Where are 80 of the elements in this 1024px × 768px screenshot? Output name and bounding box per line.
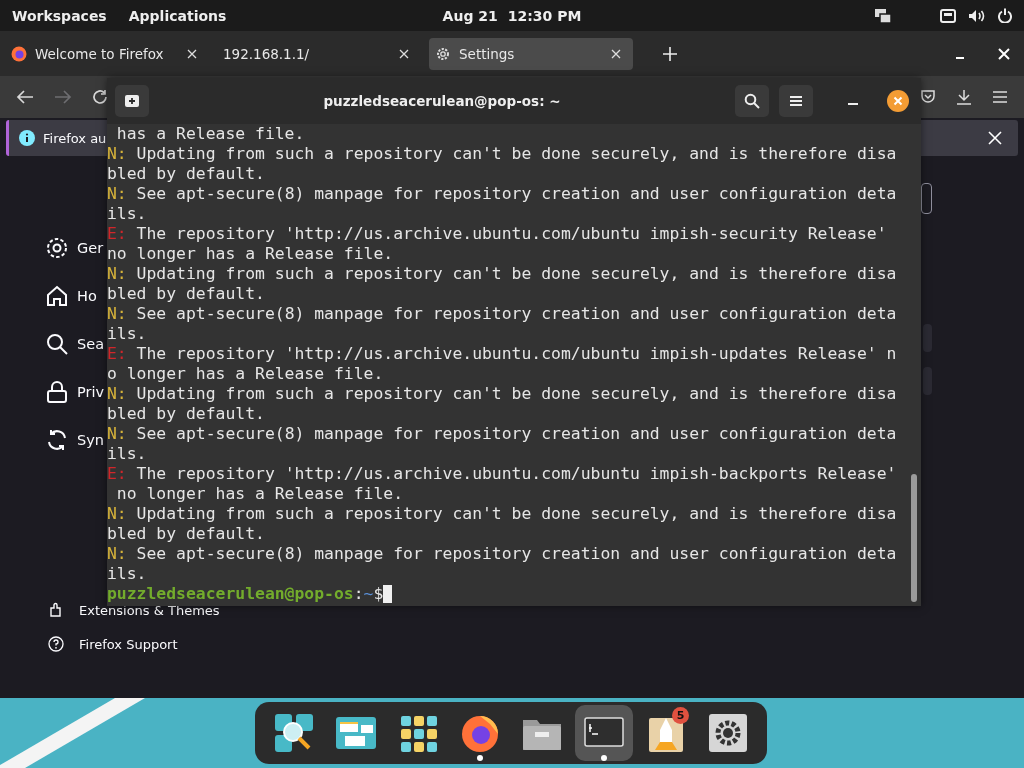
terminal-line: ils. (107, 564, 148, 584)
sidebar-item[interactable]: Sea (45, 332, 104, 356)
scrollbar[interactable] (911, 474, 917, 602)
new-tab-icon[interactable] (663, 46, 677, 61)
terminal-line: E: The repository 'http://us.archive.ubuntu.com/ubuntu impish-updates Release' n (107, 344, 898, 364)
search-icon (273, 712, 315, 754)
volume-icon[interactable] (968, 8, 986, 23)
search-button[interactable] (735, 85, 769, 117)
time-label[interactable]: 12:30 PM (507, 7, 582, 24)
browser-tab[interactable]: 192.168.1.1/ (217, 37, 421, 70)
top-bar-menu[interactable]: Workspaces (12, 7, 107, 24)
close-icon[interactable] (187, 48, 197, 59)
settings-card (923, 367, 932, 395)
sidebar-item[interactable]: Priv (45, 380, 105, 404)
menu-icon[interactable] (992, 90, 1008, 104)
terminal-line: o longer has a Release file. (107, 364, 385, 384)
pocket-icon[interactable] (920, 89, 936, 105)
terminal-line: E: The repository 'http://us.archive.ubuntu.com/ubuntu impish-security Release' (107, 224, 888, 244)
date-label[interactable]: Aug 21 (442, 7, 498, 24)
close-icon[interactable] (887, 90, 909, 112)
running-indicator (601, 755, 607, 761)
window-title: puzzledseacerulean@pop-os: ~ (322, 93, 562, 109)
new-tab-icon (124, 94, 140, 108)
terminal-line: N: See apt-secure(8) manpage for repository creation and user configuration deta (107, 544, 898, 564)
dock-item[interactable]: 5 (637, 705, 695, 761)
text-cursor (383, 585, 393, 603)
terminal-line: has a Release file. (115, 124, 306, 144)
top-bar-menu[interactable]: Applications (128, 7, 227, 24)
terminal-line: E: The repository 'http://us.archive.ubuntu.com/ubuntu impish-backports Release' (107, 464, 898, 484)
terminal-line: N: Updating from such a repository can't be done securely, and is therefore disa (107, 264, 898, 284)
terminal-line: no longer has a Release file. (107, 244, 395, 264)
sidebar-item[interactable]: Ho (45, 284, 97, 308)
tiling-icon[interactable] (874, 7, 892, 24)
terminal-line: N: Updating from such a repository can't be done securely, and is therefore disa (107, 384, 898, 404)
gear-icon (707, 712, 749, 754)
running-indicator (477, 755, 483, 761)
terminal-line: ils. (107, 204, 148, 224)
sidebar-item[interactable]: Syn (45, 428, 104, 452)
help-icon (48, 636, 64, 652)
lock-icon (45, 380, 69, 404)
terminal-line: N: See apt-secure(8) manpage for repository creation and user configuration deta (107, 304, 898, 324)
download-icon[interactable] (956, 89, 972, 105)
menu-icon (789, 95, 803, 107)
terminal-line: N: Updating from such a repository can't be done securely, and is therefore disa (107, 144, 898, 164)
terminal-line: ils. (107, 324, 148, 344)
terminal-line: N: See apt-secure(8) manpage for repository creation and user configuration deta (107, 424, 898, 444)
new-tab-button[interactable] (115, 85, 149, 117)
terminal-line: ils. (107, 444, 148, 464)
terminal-line: no longer has a Release file. (115, 484, 405, 504)
dock-item[interactable] (575, 705, 633, 761)
home-icon (45, 284, 69, 308)
notification-text: Firefox au (43, 130, 107, 146)
terminal-line: bled by default. (107, 284, 266, 304)
menu-button[interactable] (779, 85, 813, 117)
terminal-line: bled by default. (107, 404, 266, 424)
sidebar-link[interactable]: Extensions & Themes (48, 602, 220, 618)
sidebar-link[interactable]: Firefox Support (48, 636, 178, 652)
terminal-line: bled by default. (107, 164, 266, 184)
terminal-line: bled by default. (107, 524, 266, 544)
settings-card (923, 324, 932, 352)
gear-icon (435, 45, 451, 62)
browser-tab[interactable]: Welcome to Firefox (5, 37, 209, 70)
terminal-line: N: Updating from such a repository can't be done securely, and is therefore disa (107, 504, 898, 524)
close-icon[interactable] (399, 48, 409, 59)
search-icon (744, 93, 760, 109)
browser-tab[interactable]: Settings (429, 37, 633, 70)
reload-icon[interactable] (92, 89, 108, 105)
shell-prompt: puzzledseacerulean@pop-os:~$ (107, 584, 384, 604)
gear-icon (45, 236, 69, 260)
terminal-line: N: See apt-secure(8) manpage for repository creation and user configuration deta (107, 184, 898, 204)
notification-badge: 5 (672, 707, 689, 724)
info-icon (19, 130, 35, 146)
search-icon (45, 332, 69, 356)
firefox-icon (11, 45, 27, 62)
sync-icon (45, 428, 69, 452)
power-icon[interactable] (998, 8, 1012, 23)
sidebar-item[interactable]: Ger (45, 236, 104, 260)
back-icon[interactable] (16, 89, 34, 105)
puzzle-icon (48, 602, 64, 618)
close-icon[interactable] (611, 48, 621, 59)
